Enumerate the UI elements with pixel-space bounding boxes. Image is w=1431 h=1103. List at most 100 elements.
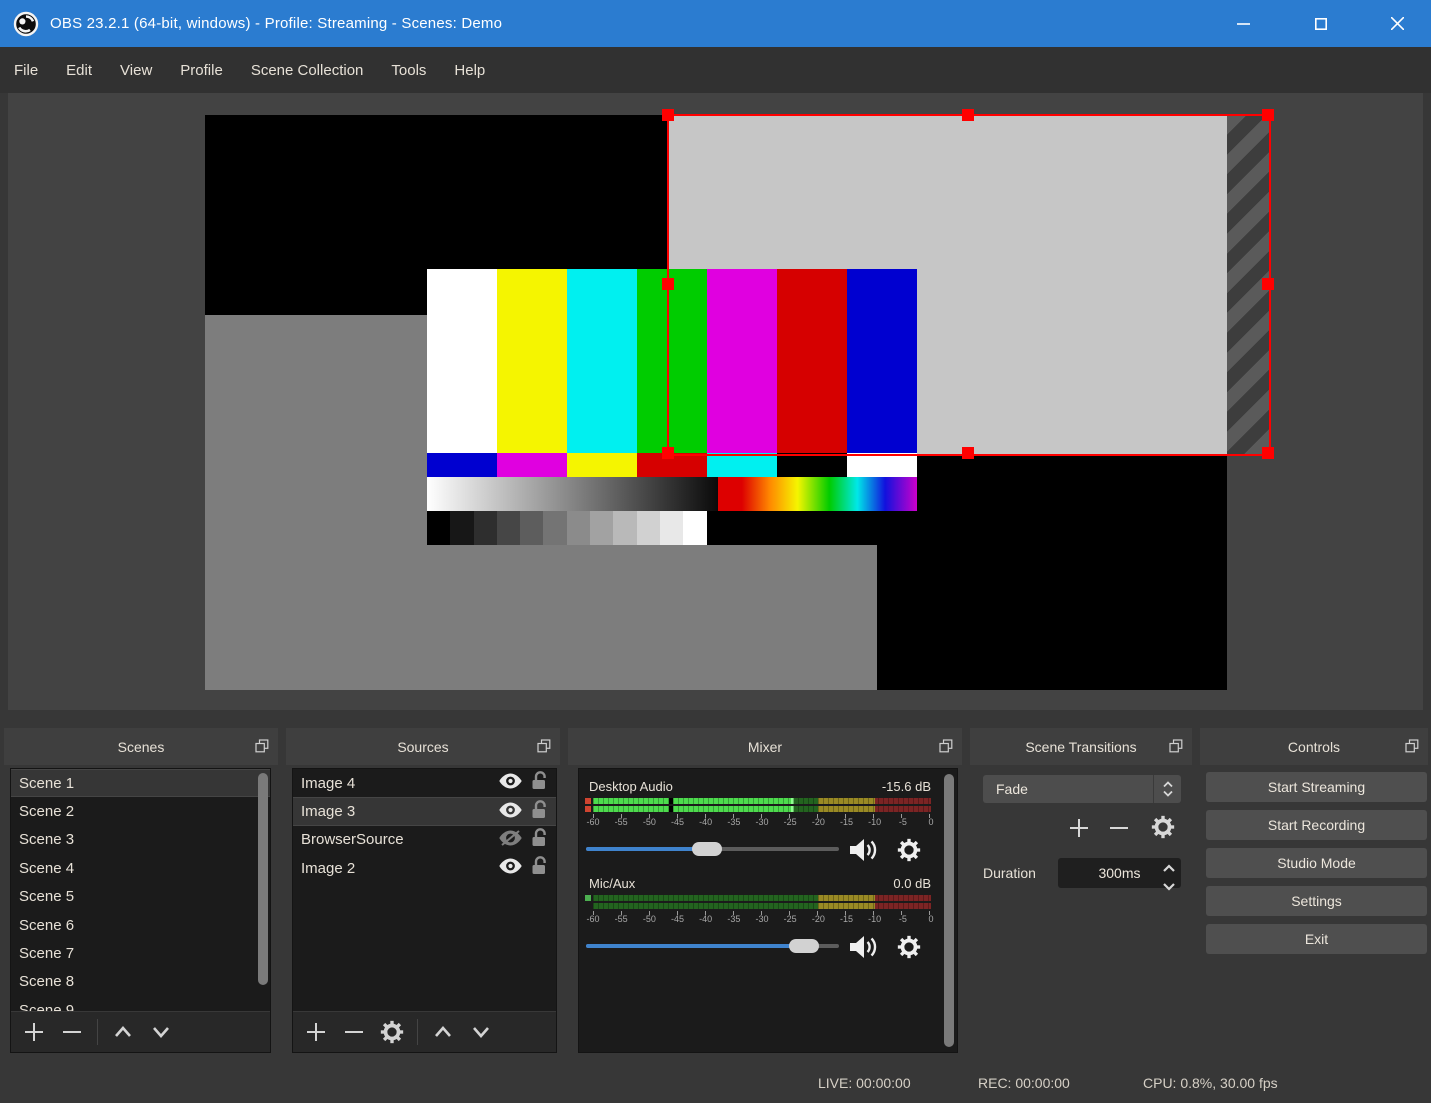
menu-profile[interactable]: Profile bbox=[166, 47, 237, 93]
transition-selected-value: Fade bbox=[996, 781, 1028, 797]
remove-transition-button[interactable] bbox=[1107, 816, 1131, 845]
scene-item-2[interactable]: Scene 2 bbox=[11, 797, 270, 825]
duration-spinner[interactable] bbox=[1156, 858, 1181, 891]
remove-scene-button[interactable] bbox=[53, 1017, 91, 1047]
mixer-panel: Desktop Audio -15.6 dB -60 -55 -50 -45 -40 -35-… bbox=[578, 768, 958, 1053]
source-item-image-3[interactable]: Image 3 bbox=[293, 797, 556, 826]
studio-mode-button[interactable]: Studio Mode bbox=[1206, 848, 1427, 878]
menu-view[interactable]: View bbox=[106, 47, 166, 93]
maximize-button[interactable] bbox=[1290, 0, 1352, 47]
source-item-image-2[interactable]: Image 2 bbox=[293, 854, 556, 882]
mute-speaker-icon[interactable] bbox=[848, 934, 878, 965]
source-item-browsersource[interactable]: BrowserSource bbox=[293, 826, 556, 854]
duration-up-icon[interactable] bbox=[1162, 860, 1176, 878]
transition-properties-button[interactable] bbox=[1150, 814, 1176, 845]
lock-open-icon[interactable] bbox=[531, 828, 548, 852]
volume-slider-handle[interactable] bbox=[692, 842, 723, 856]
toolbar-separator bbox=[417, 1019, 418, 1045]
scenes-list: Scene 1 Scene 2 Scene 3 Scene 4 Scene 5 Scene… bbox=[11, 769, 270, 1013]
channel-settings-gear-icon[interactable] bbox=[896, 934, 922, 965]
source-name: BrowserSource bbox=[301, 831, 404, 849]
move-scene-down-button[interactable] bbox=[142, 1017, 180, 1047]
add-transition-button[interactable] bbox=[1067, 816, 1091, 845]
mixer-panel-title: Mixer bbox=[747, 738, 783, 755]
menu-bar: File Edit View Profile Scene Collection Tools… bbox=[0, 47, 1431, 93]
rec-time: REC: 00:00:00 bbox=[978, 1075, 1070, 1091]
visibility-eye-icon[interactable] bbox=[499, 802, 522, 822]
channel-db-value: -15.6 dB bbox=[881, 779, 931, 794]
volume-slider[interactable] bbox=[586, 842, 839, 856]
transitions-panel-header: Scene Transitions bbox=[970, 728, 1192, 765]
scene-item-3[interactable]: Scene 3 bbox=[11, 826, 270, 854]
source-properties-button[interactable] bbox=[373, 1017, 411, 1047]
add-source-button[interactable] bbox=[297, 1017, 335, 1047]
lock-open-icon[interactable] bbox=[531, 799, 548, 824]
move-source-up-button[interactable] bbox=[424, 1017, 462, 1047]
live-time: LIVE: 00:00:00 bbox=[818, 1075, 911, 1091]
volume-slider-handle[interactable] bbox=[788, 939, 819, 953]
exit-button[interactable]: Exit bbox=[1206, 924, 1427, 954]
title-bar[interactable]: OBS 23.2.1 (64-bit, windows) - Profile: … bbox=[0, 0, 1431, 47]
settings-button[interactable]: Settings bbox=[1206, 886, 1427, 916]
move-source-down-button[interactable] bbox=[462, 1017, 500, 1047]
scene-item-8[interactable]: Scene 8 bbox=[11, 968, 270, 996]
volume-slider[interactable] bbox=[586, 939, 839, 953]
visibility-eye-icon[interactable] bbox=[499, 858, 522, 878]
controls-panel-title: Controls bbox=[1287, 738, 1341, 755]
selection-handle[interactable] bbox=[662, 447, 674, 459]
start-recording-button[interactable]: Start Recording bbox=[1206, 810, 1427, 840]
transition-select[interactable]: Fade bbox=[983, 775, 1181, 803]
sources-panel-header: Sources bbox=[286, 728, 560, 765]
source-item-image-4[interactable]: Image 4 bbox=[293, 769, 556, 797]
menu-scene-collection[interactable]: Scene Collection bbox=[237, 47, 378, 93]
add-scene-button[interactable] bbox=[15, 1017, 53, 1047]
popout-icon[interactable] bbox=[537, 739, 551, 753]
selection-rectangle[interactable] bbox=[662, 109, 1274, 459]
minimize-button[interactable] bbox=[1212, 0, 1274, 47]
selection-handle[interactable] bbox=[1262, 109, 1274, 121]
popout-icon[interactable] bbox=[255, 739, 269, 753]
selection-handle[interactable] bbox=[1262, 447, 1274, 459]
selection-handle[interactable] bbox=[962, 109, 974, 121]
visibility-eye-slash-icon[interactable] bbox=[499, 830, 522, 850]
start-streaming-button[interactable]: Start Streaming bbox=[1206, 772, 1427, 802]
combo-spinner-icon[interactable] bbox=[1153, 775, 1181, 803]
scenes-scrollbar[interactable] bbox=[258, 773, 268, 985]
scene-item-5[interactable]: Scene 5 bbox=[11, 883, 270, 911]
visibility-eye-icon[interactable] bbox=[499, 773, 522, 793]
duration-down-icon[interactable] bbox=[1162, 878, 1176, 896]
obs-window: OBS 23.2.1 (64-bit, windows) - Profile: … bbox=[0, 0, 1431, 1103]
clip-indicator bbox=[585, 895, 591, 901]
selection-handle[interactable] bbox=[662, 278, 674, 290]
close-button[interactable] bbox=[1366, 0, 1428, 47]
selection-handle[interactable] bbox=[662, 109, 674, 121]
meter-scale: -60 -55 -50 -45 -40 -35 -30 -25 -20 -15 -10 -5 0 bbox=[586, 814, 934, 828]
remove-source-button[interactable] bbox=[335, 1017, 373, 1047]
sources-panel: Image 4 Image 3 BrowserSource Image 2 bbox=[292, 768, 557, 1053]
scene-item-7[interactable]: Scene 7 bbox=[11, 939, 270, 967]
scene-item-6[interactable]: Scene 6 bbox=[11, 911, 270, 939]
lock-open-icon[interactable] bbox=[531, 856, 548, 880]
scene-item-1[interactable]: Scene 1 bbox=[11, 769, 270, 798]
sources-list: Image 4 Image 3 BrowserSource Image 2 bbox=[293, 769, 556, 1013]
popout-icon[interactable] bbox=[939, 739, 953, 753]
menu-file[interactable]: File bbox=[0, 47, 52, 93]
channel-settings-gear-icon[interactable] bbox=[896, 837, 922, 868]
window-title: OBS 23.2.1 (64-bit, windows) - Profile: … bbox=[50, 15, 503, 32]
menu-help[interactable]: Help bbox=[440, 47, 499, 93]
move-scene-up-button[interactable] bbox=[104, 1017, 142, 1047]
menu-edit[interactable]: Edit bbox=[52, 47, 106, 93]
scene-item-4[interactable]: Scene 4 bbox=[11, 854, 270, 882]
selection-handle[interactable] bbox=[962, 447, 974, 459]
lock-open-icon[interactable] bbox=[531, 771, 548, 795]
mute-speaker-icon[interactable] bbox=[848, 837, 878, 868]
mixer-scrollbar[interactable] bbox=[944, 774, 954, 1047]
status-bar: LIVE: 00:00:00 REC: 00:00:00 CPU: 0.8%, … bbox=[0, 1060, 1431, 1103]
popout-icon[interactable] bbox=[1405, 739, 1419, 753]
channel-name: Desktop Audio bbox=[589, 779, 673, 794]
scenes-panel-title: Scenes bbox=[117, 738, 165, 755]
menu-tools[interactable]: Tools bbox=[377, 47, 440, 93]
popout-icon[interactable] bbox=[1169, 739, 1183, 753]
selection-handle[interactable] bbox=[1262, 278, 1274, 290]
clip-indicator bbox=[585, 806, 591, 812]
